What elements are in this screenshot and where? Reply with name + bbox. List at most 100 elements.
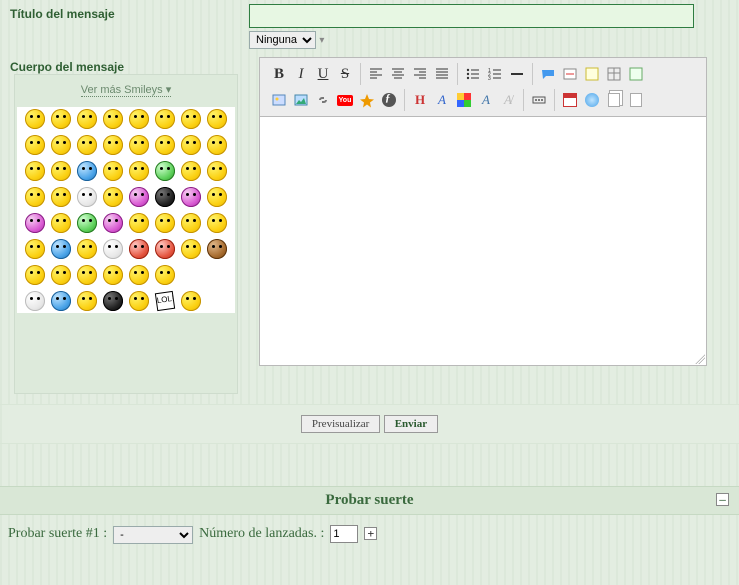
color-picker-icon[interactable] (453, 89, 475, 111)
page-icon[interactable] (625, 89, 647, 111)
smiley-icon[interactable] (77, 161, 97, 181)
globe-icon[interactable] (581, 89, 603, 111)
host-image-icon[interactable] (268, 89, 290, 111)
hr-icon[interactable] (506, 63, 528, 85)
smiley-icon[interactable] (25, 187, 45, 207)
smiley-icon[interactable] (77, 239, 97, 259)
italic-button[interactable]: I (290, 63, 312, 85)
smiley-icon[interactable] (77, 265, 97, 285)
send-button[interactable] (384, 415, 438, 433)
smiley-icon[interactable] (129, 187, 149, 207)
smiley-icon[interactable] (181, 213, 201, 233)
strike-button[interactable]: S (334, 63, 356, 85)
smiley-icon[interactable] (77, 291, 97, 311)
smiley-icon[interactable] (25, 291, 45, 311)
preview-button[interactable] (301, 415, 380, 433)
smiley-icon[interactable] (77, 187, 97, 207)
smiley-icon[interactable] (51, 291, 71, 311)
font-family-icon[interactable]: A (475, 89, 497, 111)
smiley-icon[interactable] (155, 239, 175, 259)
smiley-icon[interactable] (129, 213, 149, 233)
title-input[interactable] (249, 4, 694, 28)
smiley-icon[interactable] (181, 291, 201, 311)
smiley-icon[interactable] (155, 213, 175, 233)
bold-button[interactable]: B (268, 63, 290, 85)
smiley-icon[interactable] (25, 135, 45, 155)
list-ol-icon[interactable]: 123 (484, 63, 506, 85)
flash-icon[interactable] (378, 89, 400, 111)
smiley-icon[interactable]: LOL! (155, 291, 175, 311)
smiley-icon[interactable] (129, 109, 149, 129)
body-textarea[interactable] (259, 116, 707, 366)
smiley-icon[interactable] (77, 109, 97, 129)
quote-icon[interactable] (537, 63, 559, 85)
luck-select[interactable]: - (113, 526, 193, 544)
smiley-icon[interactable] (51, 239, 71, 259)
smiley-icon[interactable] (155, 135, 175, 155)
smiley-icon[interactable] (129, 239, 149, 259)
youtube-icon[interactable]: You (334, 89, 356, 111)
smiley-icon[interactable] (51, 187, 71, 207)
smiley-icon[interactable] (51, 213, 71, 233)
smiley-icon[interactable] (103, 187, 123, 207)
smiley-icon[interactable] (181, 109, 201, 129)
smiley-icon[interactable] (129, 291, 149, 311)
align-center-icon[interactable] (387, 63, 409, 85)
smiley-icon[interactable] (77, 135, 97, 155)
smiley-icon[interactable] (207, 135, 227, 155)
dailymotion-icon[interactable] (356, 89, 378, 111)
smiley-icon[interactable] (207, 109, 227, 129)
smiley-icon[interactable] (25, 161, 45, 181)
more-icon[interactable] (528, 89, 550, 111)
smiley-icon[interactable] (207, 213, 227, 233)
copy-page-icon[interactable] (603, 89, 625, 111)
smiley-icon[interactable] (181, 161, 201, 181)
smiley-icon[interactable] (181, 135, 201, 155)
smiley-icon[interactable] (155, 109, 175, 129)
smiley-icon[interactable] (155, 265, 175, 285)
align-right-icon[interactable] (409, 63, 431, 85)
smiley-icon[interactable] (103, 291, 123, 311)
smiley-icon[interactable] (129, 135, 149, 155)
smiley-icon[interactable] (207, 187, 227, 207)
smiley-icon[interactable] (25, 239, 45, 259)
smiley-icon[interactable] (51, 135, 71, 155)
add-throw-button[interactable]: + (364, 527, 377, 540)
smiley-icon[interactable] (103, 161, 123, 181)
collapse-button[interactable]: – (716, 493, 729, 506)
smiley-icon[interactable] (179, 263, 203, 287)
smiley-icon[interactable] (25, 109, 45, 129)
smiley-icon[interactable] (25, 213, 45, 233)
smiley-icon[interactable] (103, 135, 123, 155)
more-smileys-link[interactable]: Ver más Smileys ▾ (81, 83, 172, 97)
calendar-icon[interactable] (559, 89, 581, 111)
spoiler-icon[interactable] (559, 63, 581, 85)
link-icon[interactable] (312, 89, 334, 111)
smiley-icon[interactable] (77, 213, 97, 233)
smiley-icon[interactable] (207, 239, 227, 259)
smiley-icon[interactable] (51, 265, 71, 285)
table-icon[interactable] (603, 63, 625, 85)
smiley-icon[interactable] (205, 289, 229, 313)
align-justify-icon[interactable] (431, 63, 453, 85)
throws-input[interactable] (330, 525, 358, 543)
smiley-icon[interactable] (205, 263, 229, 287)
headers-icon[interactable]: H (409, 89, 431, 111)
align-left-icon[interactable] (365, 63, 387, 85)
smiley-icon[interactable] (103, 239, 123, 259)
smiley-icon[interactable] (103, 265, 123, 285)
smiley-icon[interactable] (155, 187, 175, 207)
wrap-icon[interactable] (625, 63, 647, 85)
font-select[interactable]: Ninguna (249, 31, 316, 49)
smiley-icon[interactable] (25, 265, 45, 285)
smiley-icon[interactable] (103, 109, 123, 129)
smiley-icon[interactable] (51, 109, 71, 129)
list-ul-icon[interactable] (462, 63, 484, 85)
insert-image-icon[interactable] (290, 89, 312, 111)
clear-format-icon[interactable]: A̸ (497, 89, 519, 111)
font-size-icon[interactable]: A (431, 89, 453, 111)
smiley-icon[interactable] (155, 161, 175, 181)
smiley-icon[interactable] (103, 213, 123, 233)
code-icon[interactable] (581, 63, 603, 85)
smiley-icon[interactable] (181, 187, 201, 207)
